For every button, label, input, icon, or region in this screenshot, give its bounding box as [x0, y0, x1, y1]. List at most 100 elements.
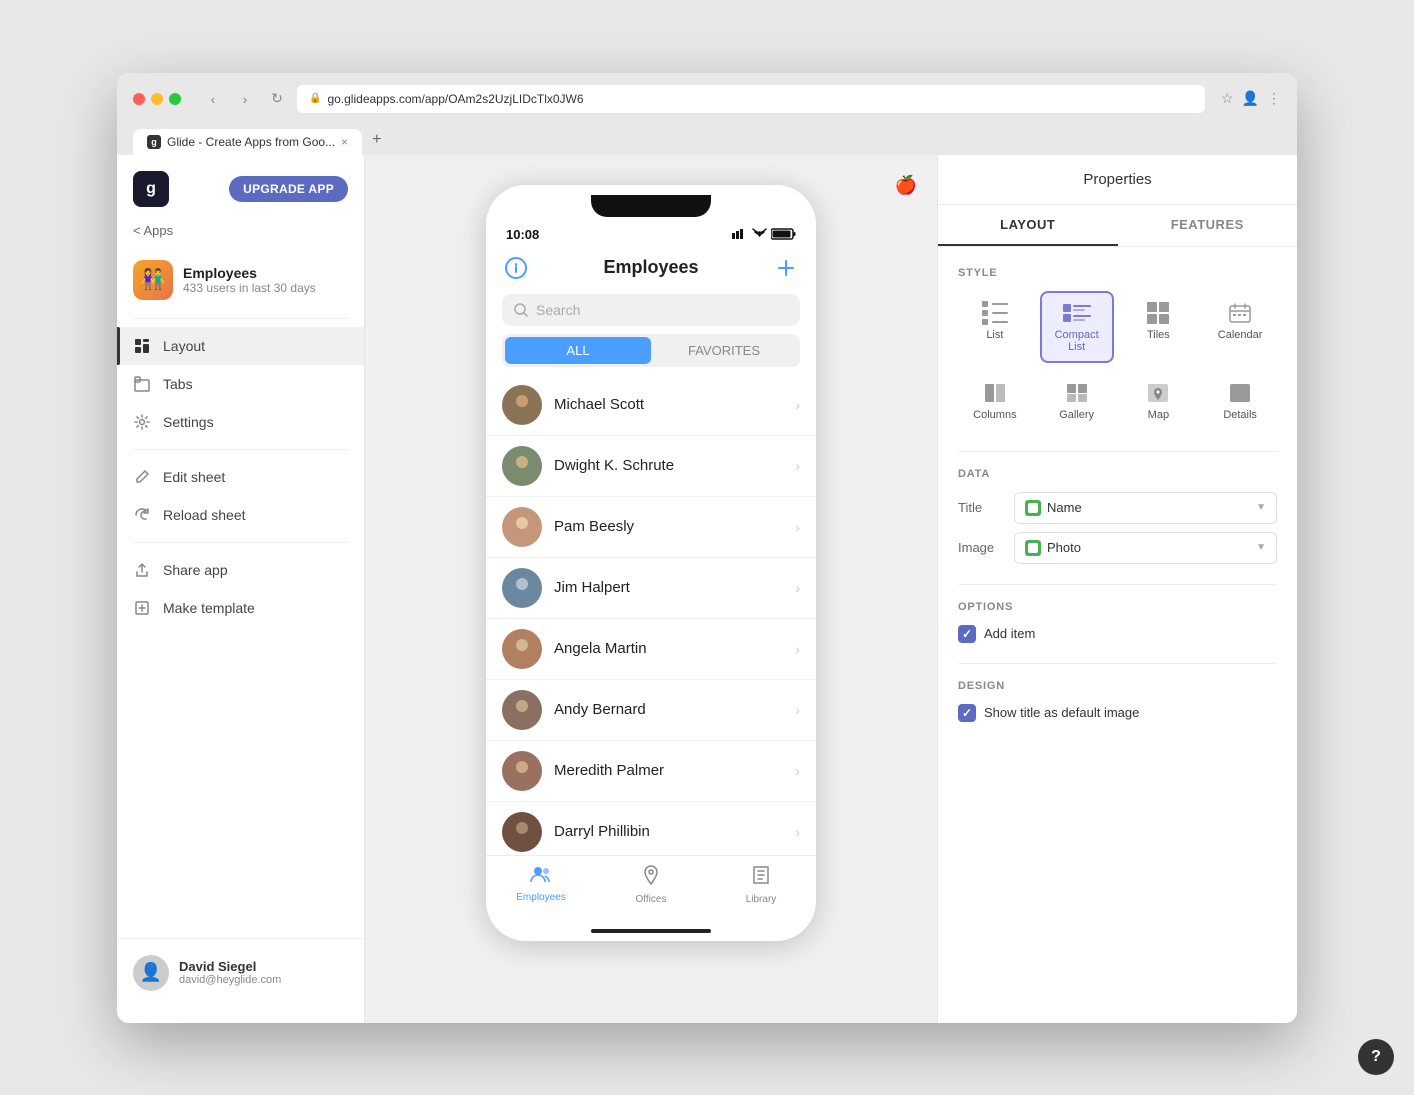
add-item-checkbox[interactable]: ✓: [958, 625, 976, 643]
library-nav-label: Library: [746, 894, 777, 905]
maximize-traffic-light[interactable]: [169, 93, 181, 105]
show-title-checkbox[interactable]: ✓: [958, 704, 976, 722]
section-sep-3: [958, 663, 1277, 664]
browser-tabs: g Glide - Create Apps from Goo... × +: [133, 125, 1281, 155]
sidebar-item-edit-sheet[interactable]: Edit sheet: [117, 458, 364, 496]
share-icon: [133, 561, 151, 579]
sidebar-item-settings[interactable]: Settings: [117, 403, 364, 441]
data-row-image: Image Photo ▼: [958, 532, 1277, 564]
data-label-title: Title: [958, 500, 1006, 515]
avatar: [502, 690, 542, 730]
address-bar[interactable]: 🔒 go.glideapps.com/app/OAm2s2UzjLIDcTlx0…: [297, 85, 1205, 113]
phone-notch: [591, 195, 711, 217]
tab-favicon: g: [147, 135, 161, 149]
settings-label: Settings: [163, 414, 214, 430]
employee-name: Dwight K. Schrute: [554, 457, 783, 474]
back-link[interactable]: < Apps: [117, 219, 364, 250]
tab-features[interactable]: FEATURES: [1118, 205, 1298, 246]
chevron-icon: ›: [795, 397, 800, 413]
user-icon[interactable]: 👤: [1242, 90, 1259, 107]
app-name: Employees: [183, 265, 316, 281]
sidebar-item-tabs[interactable]: Tabs: [117, 365, 364, 403]
show-title-row: ✓ Show title as default image: [958, 704, 1277, 722]
list-item[interactable]: Darryl Phillibin ›: [486, 802, 816, 855]
close-traffic-light[interactable]: [133, 93, 145, 105]
style-option-list[interactable]: List: [958, 291, 1032, 363]
list-item[interactable]: Angela Martin ›: [486, 619, 816, 680]
bottom-nav-employees[interactable]: Employees: [486, 864, 596, 905]
list-style-icon: [979, 301, 1011, 325]
filter-tab-favorites[interactable]: FAVORITES: [651, 337, 797, 364]
filter-tab-all[interactable]: ALL: [505, 337, 651, 364]
minimize-traffic-light[interactable]: [151, 93, 163, 105]
tab-layout[interactable]: LAYOUT: [938, 205, 1118, 246]
style-option-compact-list[interactable]: Compact List: [1040, 291, 1114, 363]
chevron-icon: ›: [795, 580, 800, 596]
employee-name: Angela Martin: [554, 640, 783, 657]
reload-button[interactable]: ↻: [265, 87, 289, 111]
data-select-photo-value: Photo: [1047, 540, 1081, 555]
library-nav-icon: [751, 864, 771, 892]
chevron-icon: ›: [795, 458, 800, 474]
avatar: [502, 385, 542, 425]
style-name-map: Map: [1148, 409, 1169, 421]
sidebar-item-layout[interactable]: Layout: [117, 327, 364, 365]
data-label-image: Image: [958, 540, 1006, 555]
list-item[interactable]: Dwight K. Schrute ›: [486, 436, 816, 497]
phone-search-bar[interactable]: Search: [502, 294, 800, 326]
upgrade-button[interactable]: UPGRADE APP: [229, 176, 348, 202]
info-icon[interactable]: [502, 254, 530, 282]
list-item[interactable]: Michael Scott ›: [486, 375, 816, 436]
sidebar-item-make-template[interactable]: Make template: [117, 589, 364, 627]
data-section: DATA Title Name ▼: [958, 468, 1277, 564]
avatar: [502, 568, 542, 608]
chevron-icon: ›: [795, 824, 800, 840]
options-section: OPTIONS ✓ Add item: [958, 601, 1277, 643]
browser-tab-active[interactable]: g Glide - Create Apps from Goo... ×: [133, 129, 362, 155]
status-icons: [732, 228, 796, 240]
style-section: STYLE List: [958, 267, 1277, 431]
style-option-columns[interactable]: Columns: [958, 371, 1032, 431]
offices-nav-label: Offices: [636, 894, 667, 905]
list-item[interactable]: Andy Bernard ›: [486, 680, 816, 741]
select-arrow-icon: ▼: [1256, 502, 1266, 513]
gallery-style-icon: [1061, 381, 1093, 405]
properties-body: STYLE List: [938, 247, 1297, 1023]
menu-icon[interactable]: ⋮: [1267, 90, 1281, 107]
style-option-calendar[interactable]: Calendar: [1203, 291, 1277, 363]
user-info: David Siegel david@heyglide.com: [179, 959, 281, 986]
star-icon[interactable]: ☆: [1221, 90, 1234, 107]
data-select-name[interactable]: Name ▼: [1014, 492, 1277, 524]
new-tab-button[interactable]: +: [362, 125, 391, 155]
browser-window: ‹ › ↻ 🔒 go.glideapps.com/app/OAm2s2UzjLI…: [117, 73, 1297, 1023]
design-section: DESIGN ✓ Show title as default image: [958, 680, 1277, 722]
style-name-calendar: Calendar: [1218, 329, 1263, 341]
style-option-details[interactable]: Details: [1203, 371, 1277, 431]
bottom-nav-library[interactable]: Library: [706, 864, 816, 905]
details-style-icon: [1224, 381, 1256, 405]
list-item[interactable]: Meredith Palmer ›: [486, 741, 816, 802]
add-icon[interactable]: [772, 254, 800, 282]
back-button[interactable]: ‹: [201, 87, 225, 111]
user-email: david@heyglide.com: [179, 974, 281, 986]
forward-button[interactable]: ›: [233, 87, 257, 111]
data-badge-inner: [1028, 503, 1038, 513]
list-item[interactable]: Pam Beesly ›: [486, 497, 816, 558]
style-option-tiles[interactable]: Tiles: [1122, 291, 1196, 363]
browser-chrome: ‹ › ↻ 🔒 go.glideapps.com/app/OAm2s2UzjLI…: [117, 73, 1297, 155]
sidebar-item-reload-sheet[interactable]: Reload sheet: [117, 496, 364, 534]
search-placeholder: Search: [536, 302, 580, 318]
sidebar-divider-3: [133, 542, 348, 543]
app-icon: 👫: [133, 260, 173, 300]
style-option-gallery[interactable]: Gallery: [1040, 371, 1114, 431]
tab-title: Glide - Create Apps from Goo...: [167, 135, 335, 149]
bottom-nav-offices[interactable]: Offices: [596, 864, 706, 905]
style-option-map[interactable]: Map: [1122, 371, 1196, 431]
show-title-label: Show title as default image: [984, 705, 1139, 720]
data-select-photo[interactable]: Photo ▼: [1014, 532, 1277, 564]
options-section-label: OPTIONS: [958, 601, 1277, 613]
tab-close-button[interactable]: ×: [341, 135, 348, 149]
sidebar-item-share-app[interactable]: Share app: [117, 551, 364, 589]
phone-bottom-nav: Employees Offices: [486, 855, 816, 925]
list-item[interactable]: Jim Halpert ›: [486, 558, 816, 619]
